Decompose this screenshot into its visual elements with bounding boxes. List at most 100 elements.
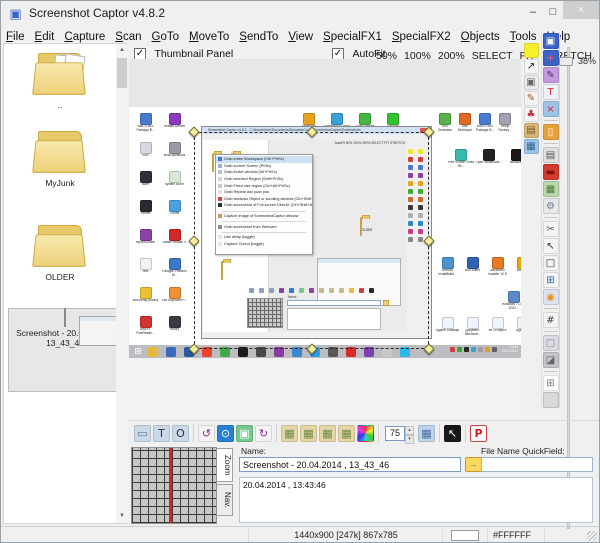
export-image-1-icon[interactable]: ▦ <box>281 425 298 442</box>
resize-grip[interactable] <box>587 531 597 541</box>
save-as-icon[interactable]: + <box>543 50 559 66</box>
export-image-3-icon[interactable]: ▦ <box>319 425 336 442</box>
spinner-down-icon[interactable]: ▾ <box>405 435 414 444</box>
desktop-icon: Restart Denver <box>160 113 189 142</box>
toolbox-icon[interactable]: ▬ <box>543 164 559 180</box>
save-icon[interactable]: ▣ <box>543 33 559 49</box>
separator[interactable] <box>465 424 466 442</box>
separator[interactable] <box>439 424 440 442</box>
cut-icon[interactable]: ✂ <box>543 221 559 237</box>
desktop-icon: MSI Editor <box>460 257 485 276</box>
thumbnail-size-icon[interactable]: ▦ <box>418 425 435 442</box>
resize-image-icon[interactable]: ▣ <box>236 425 253 442</box>
delete-image-icon[interactable]: × <box>543 101 559 117</box>
menu-item[interactable]: View <box>283 29 318 45</box>
shapes-tool-icon[interactable]: ♣ <box>524 107 539 122</box>
spinner-up-icon[interactable]: ▴ <box>405 426 414 435</box>
splitter-view-icon[interactable]: ⊞ <box>543 375 559 391</box>
close-button[interactable]: × <box>563 1 599 19</box>
scan-ocr-icon[interactable]: O <box>172 425 189 442</box>
scroll-down-icon[interactable]: ▼ <box>116 510 128 523</box>
text-tool-icon[interactable]: T <box>543 84 559 100</box>
shadow-button-dark-icon[interactable]: ◪ <box>543 352 559 368</box>
separator[interactable] <box>544 120 558 121</box>
sidebar-folder-item[interactable]: .. <box>6 52 114 110</box>
pointer-tool-icon[interactable]: ↖ <box>543 238 559 254</box>
grid-select-icon[interactable]: ⊞ <box>543 272 559 288</box>
menu-item[interactable]: SendTo <box>234 29 283 45</box>
edit-image-icon[interactable]: ✎ <box>543 67 559 83</box>
insert-image-icon[interactable]: ▦ <box>524 139 539 154</box>
sidebar-folder-item[interactable]: OLDER <box>6 224 114 282</box>
pointer-mode-icon[interactable]: ↖ <box>444 425 461 442</box>
image-tools-icon[interactable]: ▦ <box>543 181 559 197</box>
active-select-icon[interactable]: ◉ <box>543 289 559 305</box>
export-image-4-icon[interactable]: ▦ <box>338 425 355 442</box>
start-button-icon: ⊞ <box>133 347 143 357</box>
menu-item[interactable]: MoveTo <box>184 29 234 45</box>
bottom-tools-group-b: ▦ ↖ P <box>418 424 487 442</box>
sidebar-scrollbar[interactable]: ▲ ▼ <box>116 44 128 523</box>
quickfield-input[interactable] <box>481 457 593 472</box>
settings-gear-icon[interactable]: ⚙ <box>543 198 559 214</box>
tab-nav[interactable]: Nav. <box>217 484 233 516</box>
tab-zoom[interactable]: Zoom <box>217 448 233 482</box>
eyedropper-icon[interactable]: ↗ <box>524 59 539 74</box>
selection-rectangle[interactable] <box>194 132 429 349</box>
scrollbar-thumb[interactable] <box>117 58 127 88</box>
menu-item[interactable]: GoTo <box>147 29 185 45</box>
thumbnail-panel-label: Thumbnail Panel <box>154 48 233 60</box>
name-input[interactable] <box>239 457 461 472</box>
rotate-left-icon[interactable]: ↺ <box>198 425 215 442</box>
scan-icon[interactable]: ▭ <box>134 425 151 442</box>
web-capture-icon[interactable]: ⊙ <box>217 425 234 442</box>
print-icon[interactable]: ▤ <box>543 147 559 163</box>
zoom-slider-handle[interactable] <box>559 57 573 66</box>
thumbnail-zoom-value[interactable]: 75 <box>385 426 405 441</box>
separator[interactable] <box>544 143 558 144</box>
separator[interactable] <box>276 424 277 442</box>
pixel-zoom-panel[interactable] <box>131 447 217 524</box>
blank-button-icon[interactable] <box>543 392 559 408</box>
scan-text-icon[interactable]: T <box>153 425 170 442</box>
menu-item[interactable]: Objects <box>456 29 505 45</box>
folder-label: OLDER <box>6 272 114 282</box>
region-select-icon[interactable]: □ <box>543 255 559 271</box>
separator[interactable] <box>378 424 379 442</box>
separator[interactable] <box>544 371 558 372</box>
menu-item[interactable]: SpecialFX1 <box>318 29 387 45</box>
highlighter-icon[interactable]: ✎ <box>524 91 539 106</box>
sidebar-folder-item[interactable]: MyJunk <box>6 130 114 188</box>
desktop-icon: Bandicam <box>503 149 521 168</box>
menu-item[interactable]: SpecialFX2 <box>387 29 456 45</box>
frame-tool-icon[interactable]: ▣ <box>524 75 539 90</box>
desktop-icon: history <box>160 316 189 345</box>
clipboard-icon[interactable]: ▯ <box>543 124 559 140</box>
color-adjust-icon[interactable] <box>357 425 374 442</box>
maximize-button[interactable]: □ <box>545 5 561 20</box>
export-image-2-icon[interactable]: ▦ <box>300 425 317 442</box>
sidebar-screenshot-item[interactable]: Screenshot - 20.04.2014 , 13_43_46 <box>8 308 122 392</box>
color-swatch[interactable] <box>524 43 539 58</box>
stamp-tool-icon[interactable]: ▤ <box>524 123 539 138</box>
pdf-export-icon[interactable]: P <box>470 425 487 442</box>
desktop-icon: Paragon Partition M... <box>160 258 189 287</box>
desktop-icon: Windows 7 USB DVD... <box>501 291 521 310</box>
crop-icon[interactable]: # <box>543 312 559 328</box>
statusbar-divider <box>442 529 443 542</box>
note-textarea[interactable]: 20.04.2014 , 13:43:46 <box>239 477 593 523</box>
scroll-up-icon[interactable]: ▲ <box>116 44 128 57</box>
open-folder-button[interactable]: → <box>465 457 482 472</box>
separator[interactable] <box>544 217 558 218</box>
name-label: Name: <box>241 446 266 456</box>
shadow-button-icon[interactable]: ▢ <box>543 335 559 351</box>
separator[interactable] <box>544 308 558 309</box>
separator[interactable] <box>193 424 194 442</box>
separator[interactable] <box>544 331 558 332</box>
checkbox-check-icon[interactable]: ✓ <box>134 48 146 60</box>
clock-date: 20.04.2014 <box>502 349 518 353</box>
checkbox-check-icon[interactable]: ✓ <box>332 48 344 60</box>
rotate-right-icon[interactable]: ↻ <box>255 425 272 442</box>
image-canvas[interactable]: BMCS MSI Package B...Restart DenverVISPs… <box>129 59 521 419</box>
minimize-button[interactable]: – <box>525 5 541 20</box>
